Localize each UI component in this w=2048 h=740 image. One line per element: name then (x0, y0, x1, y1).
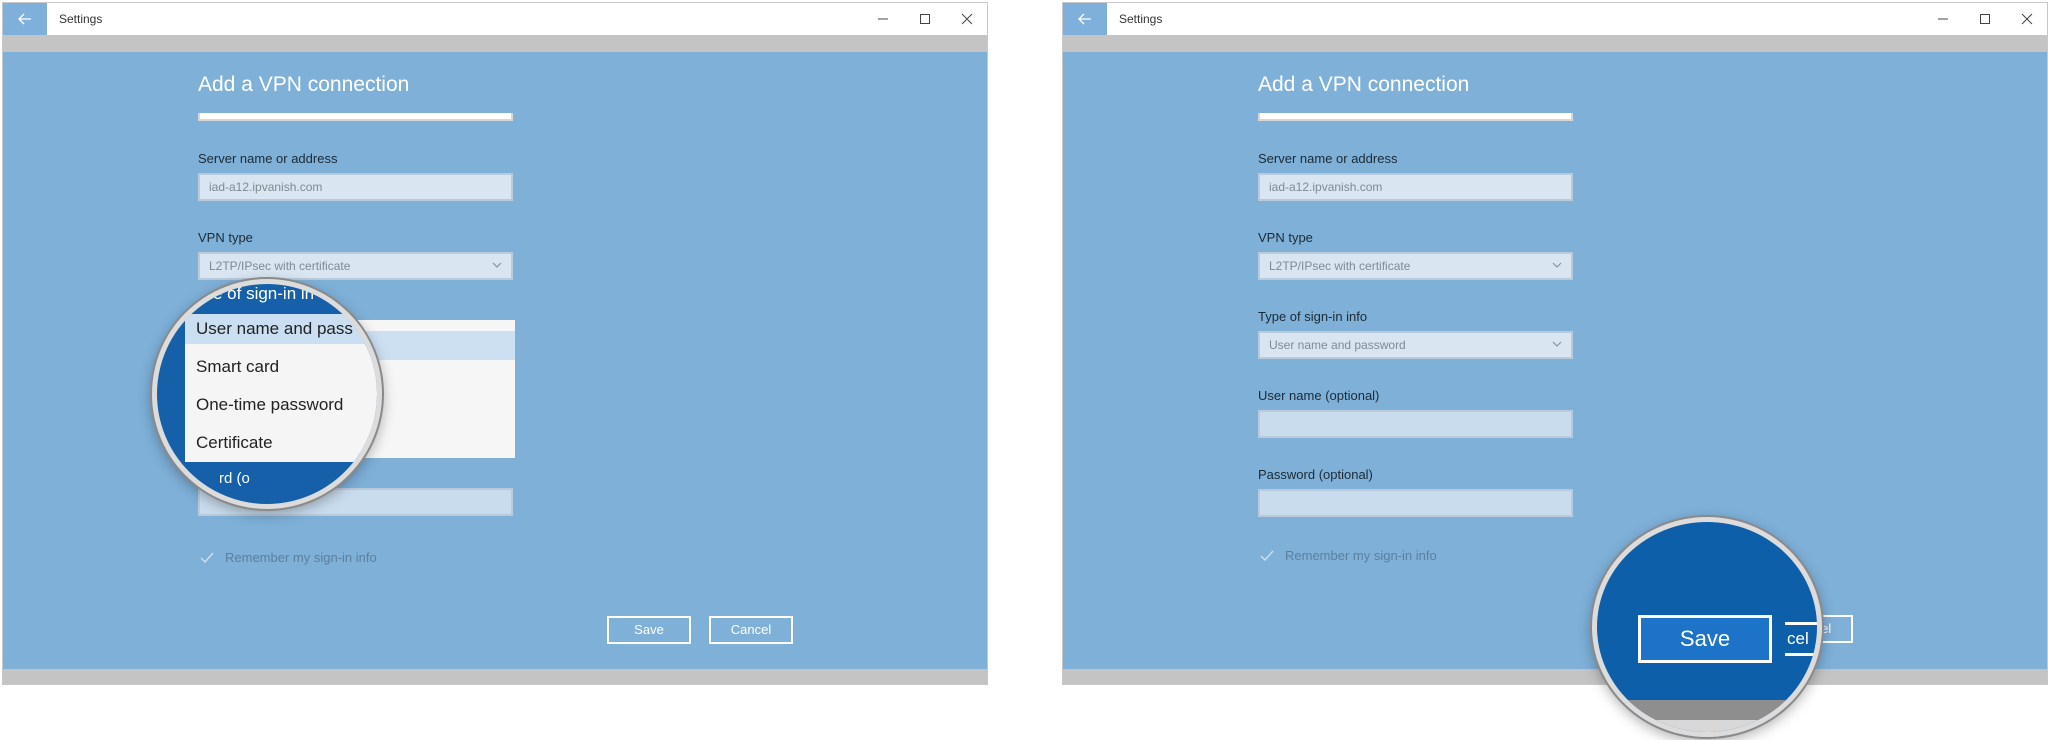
maximize-icon (920, 14, 930, 24)
back-arrow-icon (18, 13, 31, 25)
magnified-option-certificate[interactable]: Certificate (196, 433, 273, 453)
vpn-type-value: L2TP/IPsec with certificate (209, 259, 351, 273)
window-footer (1063, 669, 2047, 684)
settings-window-right: Settings Add a VPN connection Server nam… (1062, 2, 2048, 685)
magnifier-dropdown: e of sign-in in User name and pass Smart… (152, 279, 382, 509)
remember-checkbox[interactable] (1258, 547, 1275, 564)
close-icon (961, 13, 973, 25)
back-button[interactable] (3, 3, 47, 35)
close-icon (2021, 13, 2033, 25)
settings-window-left: Settings Add a VPN connection Server nam… (2, 2, 988, 685)
magnified-cancel-fragment: cel (1785, 622, 1817, 656)
magnified-footer (1597, 700, 1817, 720)
magnified-signin-label: e of sign-in in (213, 284, 315, 303)
checkmark-icon (1260, 550, 1274, 561)
close-button[interactable] (2005, 3, 2047, 35)
remember-label: Remember my sign-in info (1285, 548, 1437, 563)
title-bar: Settings (3, 3, 987, 35)
server-label: Server name or address (198, 151, 338, 166)
window-title: Settings (59, 12, 103, 26)
vpn-type-select[interactable]: L2TP/IPsec with certificate (1258, 252, 1573, 280)
back-arrow-icon (1078, 13, 1091, 25)
checkmark-icon (200, 552, 214, 563)
remember-label: Remember my sign-in info (225, 550, 377, 565)
page-title: Add a VPN connection (198, 73, 410, 96)
page-title: Add a VPN connection (1258, 73, 1470, 96)
back-button[interactable] (1063, 3, 1107, 35)
maximize-icon (1980, 14, 1990, 24)
magnified-option-smart-card[interactable]: Smart card (196, 357, 279, 377)
vpn-type-value: L2TP/IPsec with certificate (1269, 259, 1411, 273)
window-title: Settings (1119, 12, 1163, 26)
magnifier-save: Save cel (1592, 517, 1822, 737)
server-label: Server name or address (1258, 151, 1398, 166)
minimize-button[interactable] (861, 3, 905, 35)
password-input[interactable] (1258, 489, 1573, 517)
close-button[interactable] (945, 3, 987, 35)
title-separator (3, 35, 987, 52)
magnified-save-button[interactable]: Save (1638, 615, 1772, 663)
chevron-down-icon (1552, 262, 1562, 268)
magnified-option-otp[interactable]: One-time password (196, 395, 343, 415)
server-input[interactable]: iad-a12.ipvanish.com (1258, 173, 1573, 201)
minimize-icon (1938, 18, 1948, 20)
remember-checkbox[interactable] (198, 549, 215, 566)
title-bar: Settings (1063, 3, 2047, 35)
scrolled-field (1258, 113, 1573, 121)
minimize-button[interactable] (1921, 3, 1965, 35)
username-input[interactable] (1258, 410, 1573, 438)
username-label: User name (optional) (1258, 388, 1380, 403)
magnified-dropdown-list: User name and pass Smart card One-time p… (185, 314, 377, 462)
magnified-password-label: rd (o (219, 470, 250, 487)
chevron-down-icon (492, 262, 502, 268)
magnified-page-bottom (1597, 720, 1817, 732)
maximize-button[interactable] (903, 3, 947, 35)
save-button[interactable]: Save (607, 616, 691, 644)
scrolled-field (198, 113, 513, 121)
maximize-button[interactable] (1963, 3, 2007, 35)
window-footer (3, 669, 987, 684)
chevron-down-icon (1552, 341, 1562, 347)
signin-type-select[interactable]: User name and password (1258, 331, 1573, 359)
server-input[interactable]: iad-a12.ipvanish.com (198, 173, 513, 201)
minimize-icon (878, 18, 888, 20)
vpn-type-select[interactable]: L2TP/IPsec with certificate (198, 252, 513, 280)
signin-type-value: User name and password (1269, 338, 1406, 352)
vpn-type-label: VPN type (1258, 230, 1313, 245)
magnified-option-username[interactable]: User name and pass (196, 319, 353, 339)
cancel-button[interactable]: Cancel (709, 616, 793, 644)
title-separator (1063, 35, 2047, 52)
signin-type-label: Type of sign-in info (1258, 309, 1368, 324)
vpn-type-label: VPN type (198, 230, 253, 245)
password-label: Password (optional) (1258, 467, 1373, 482)
